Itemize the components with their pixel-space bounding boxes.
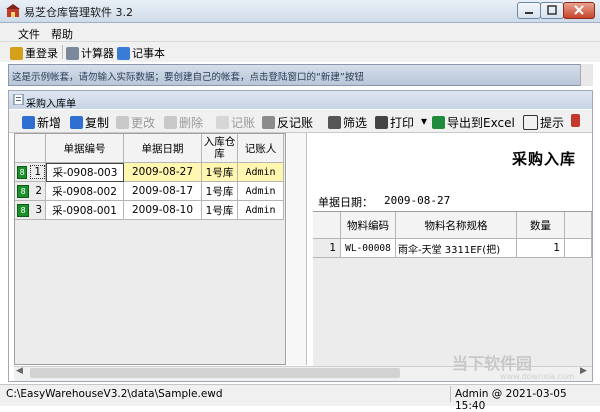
header-qty[interactable]: 数量 bbox=[517, 212, 565, 239]
grid-corner bbox=[313, 212, 341, 239]
row-index[interactable]: 1 bbox=[313, 239, 341, 258]
table-cell-qty[interactable]: 1 bbox=[517, 239, 565, 258]
filter-button[interactable]: 筛选 bbox=[328, 114, 367, 131]
window-title: 易芝仓库管理软件 3.2 bbox=[24, 6, 133, 19]
copy-button[interactable]: 复制 bbox=[70, 114, 109, 131]
more-tool-button[interactable] bbox=[571, 114, 580, 127]
export-excel-button[interactable]: 导出到Excel bbox=[432, 114, 515, 131]
edit-icon bbox=[116, 116, 129, 129]
post-button[interactable]: 记账 bbox=[216, 114, 255, 131]
scrollbar-thumb[interactable] bbox=[30, 368, 400, 378]
row-index: 1 bbox=[30, 165, 45, 179]
excel-icon bbox=[432, 116, 445, 129]
unpost-button[interactable]: 反记账 bbox=[262, 114, 313, 131]
header-recorder[interactable]: 记账人 bbox=[238, 134, 284, 163]
child-title-bar bbox=[9, 91, 592, 109]
row-index: 2 bbox=[35, 185, 42, 197]
status-file-path: C:\EasyWarehouseV3.2\data\Sample.ewd bbox=[6, 388, 223, 400]
plus-icon bbox=[22, 116, 35, 129]
notice-scrollbar[interactable] bbox=[580, 64, 593, 86]
table-cell-item-code[interactable]: WL-00008 bbox=[341, 239, 396, 258]
key-icon bbox=[10, 46, 23, 60]
close-icon bbox=[574, 5, 584, 15]
header-warehouse[interactable]: 入库仓库 bbox=[202, 134, 238, 163]
edit-button[interactable]: 更改 bbox=[116, 114, 155, 131]
print-dropdown[interactable]: ▾ bbox=[421, 114, 427, 128]
new-button[interactable]: 新增 bbox=[22, 114, 61, 131]
delete-icon bbox=[164, 116, 177, 129]
table-cell-doc-date[interactable]: 2009-08-27 bbox=[124, 163, 202, 182]
eraser-icon bbox=[262, 116, 275, 129]
menu-bar bbox=[0, 23, 600, 42]
calculator-icon bbox=[66, 46, 79, 60]
chevron-down-icon: ▾ bbox=[421, 114, 428, 128]
watermark-url: www.downxia.com bbox=[500, 372, 575, 381]
header-item-name[interactable]: 物料名称规格 bbox=[396, 212, 517, 239]
printer-icon bbox=[375, 116, 388, 129]
status-badge: 8 bbox=[17, 165, 28, 179]
header-extra bbox=[565, 212, 592, 239]
status-divider bbox=[450, 386, 451, 402]
table-cell-doc-no[interactable]: 采-0908-002 bbox=[46, 182, 124, 201]
tips-button[interactable]: 提示 bbox=[523, 114, 564, 131]
child-window-title: 采购入库单 bbox=[26, 99, 76, 110]
document-icon bbox=[13, 93, 24, 106]
check-icon bbox=[216, 116, 229, 129]
table-cell-warehouse[interactable]: 1号库 bbox=[202, 163, 238, 182]
detail-title: 采购入库 bbox=[512, 150, 577, 168]
menu-file[interactable]: 文件 bbox=[18, 26, 40, 42]
watermark: 当下软件园 bbox=[452, 354, 533, 373]
help-icon bbox=[523, 115, 538, 130]
notepad-icon bbox=[117, 46, 130, 60]
close-button[interactable] bbox=[563, 2, 595, 19]
delete-button[interactable]: 删除 bbox=[164, 114, 203, 131]
table-cell-recorder[interactable]: Admin bbox=[238, 163, 284, 182]
status-user-time: Admin @ 2021-03-05 15:40 bbox=[455, 388, 567, 412]
calculator-button[interactable]: 计算器 bbox=[66, 45, 114, 61]
table-cell-recorder[interactable]: Admin bbox=[238, 201, 284, 220]
table-cell-recorder[interactable]: Admin bbox=[238, 182, 284, 201]
status-badge: 8 bbox=[17, 184, 30, 198]
minimize-button[interactable] bbox=[517, 2, 541, 19]
grid-corner bbox=[15, 134, 46, 163]
scroll-left-arrow-icon[interactable]: ◀ bbox=[16, 366, 23, 376]
scroll-right-arrow-icon[interactable]: ▶ bbox=[580, 366, 587, 376]
app-icon bbox=[6, 4, 20, 18]
notepad-button[interactable]: 记事本 bbox=[117, 45, 165, 61]
row-header[interactable]: 8 3 bbox=[15, 201, 46, 220]
table-cell-item-name[interactable]: 雨伞-天堂 3311EF(把) bbox=[396, 239, 517, 258]
copy-icon bbox=[70, 116, 83, 129]
header-item-code[interactable]: 物料编码 bbox=[341, 212, 396, 239]
relogin-button[interactable]: 重登录 bbox=[10, 45, 58, 61]
header-doc-no[interactable]: 单据编号 bbox=[46, 134, 124, 163]
table-cell-warehouse[interactable]: 1号库 bbox=[202, 201, 238, 220]
table-cell-doc-date[interactable]: 2009-08-10 bbox=[124, 201, 202, 220]
more-icon bbox=[571, 114, 580, 127]
row-header[interactable]: 8 2 bbox=[15, 182, 46, 201]
notice-text: 这是示例帐套，请勿输入实际数据；要创建自己的帐套，点击登陆窗口的“新建”按钮 bbox=[12, 72, 364, 83]
table-cell-extra[interactable] bbox=[565, 239, 592, 258]
header-doc-date[interactable]: 单据日期 bbox=[124, 134, 202, 163]
table-cell-doc-no[interactable]: 采-0908-001 bbox=[46, 201, 124, 220]
print-button[interactable]: 打印 bbox=[375, 114, 414, 131]
table-cell-doc-no[interactable]: 采-0908-003 bbox=[46, 163, 124, 182]
filter-icon bbox=[328, 116, 341, 129]
row-header[interactable]: 8 1 bbox=[15, 163, 46, 182]
toolbar-divider bbox=[62, 45, 63, 59]
pane-splitter[interactable] bbox=[287, 133, 306, 365]
table-cell-warehouse[interactable]: 1号库 bbox=[202, 182, 238, 201]
row-index: 3 bbox=[35, 204, 42, 216]
menu-help[interactable]: 帮助 bbox=[51, 26, 73, 42]
date-value: 2009-08-27 bbox=[384, 194, 451, 207]
status-badge: 8 bbox=[17, 203, 30, 217]
table-cell-doc-date[interactable]: 2009-08-17 bbox=[124, 182, 202, 201]
maximize-button[interactable] bbox=[540, 2, 564, 19]
date-label: 单据日期： bbox=[318, 196, 373, 209]
